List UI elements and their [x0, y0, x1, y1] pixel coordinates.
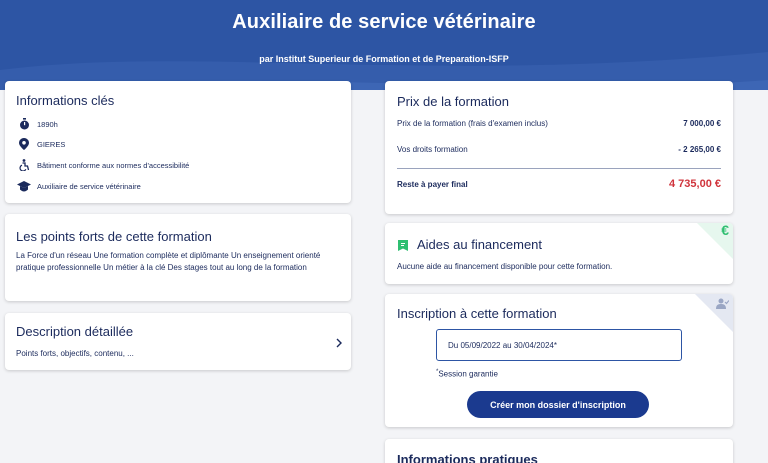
- price-divider: [397, 168, 721, 169]
- page-subtitle: par Institut Superieur de Formation et d…: [259, 54, 509, 64]
- price-final-value: 4 735,00 €: [669, 178, 721, 190]
- price-row-value: - 2 265,00 €: [678, 145, 721, 154]
- funding-card: € Aides au financement Aucune aide au fi…: [385, 223, 733, 284]
- info-location-text: GIERES: [37, 139, 66, 149]
- description-title: Description détaillée: [16, 324, 134, 339]
- info-accessibility-text: Bâtiment conforme aux normes d'accessibi…: [37, 160, 190, 170]
- practical-info-title: Informations pratiques: [397, 452, 538, 463]
- page-header: Auxiliaire de service vétérinaire par In…: [0, 0, 768, 90]
- info-certification: Auxiliaire de service vétérinaire: [17, 180, 141, 192]
- price-row-training-rights: Vos droits formation - 2 265,00 €: [397, 145, 721, 154]
- funding-badge-icon: [398, 238, 408, 256]
- strengths-title: Les points forts de cette formation: [16, 229, 212, 244]
- registration-card: Inscription à cette formation Du 05/09/2…: [385, 294, 733, 427]
- price-row-label: Prix de la formation (frais d'examen inc…: [397, 119, 548, 128]
- stopwatch-icon: [17, 118, 31, 130]
- key-info-title: Informations clés: [16, 93, 115, 108]
- price-card: Prix de la formation Prix de la formatio…: [385, 81, 733, 214]
- strengths-text: La Force d'un réseau Une formation compl…: [16, 251, 321, 272]
- key-info-card: Informations clés 1890h GIERES Bâtiment …: [5, 81, 351, 203]
- location-pin-icon: [17, 138, 31, 150]
- euro-icon: €: [721, 223, 729, 238]
- price-row-label: Vos droits formation: [397, 145, 468, 154]
- info-certification-text: Auxiliaire de service vétérinaire: [37, 181, 141, 191]
- graduation-cap-icon: [17, 180, 31, 192]
- session-note: *Session garantie: [436, 369, 498, 379]
- session-select-value: Du 05/09/2022 au 30/04/2024*: [448, 340, 557, 350]
- funding-title: Aides au financement: [417, 237, 543, 252]
- info-duration: 1890h: [17, 118, 58, 130]
- price-row-final: Reste à payer final 4 735,00 €: [397, 178, 721, 190]
- funding-text: Aucune aide au financement disponible po…: [397, 262, 613, 271]
- registration-title: Inscription à cette formation: [397, 306, 557, 321]
- page-title: Auxiliaire de service vétérinaire: [232, 11, 536, 33]
- chevron-right-icon[interactable]: [336, 335, 342, 353]
- session-select[interactable]: Du 05/09/2022 au 30/04/2024*: [436, 329, 682, 361]
- description-card[interactable]: Description détaillée Points forts, obje…: [5, 313, 351, 370]
- price-row-total-cost: Prix de la formation (frais d'examen inc…: [397, 119, 721, 128]
- create-application-button[interactable]: Créer mon dossier d'inscription: [467, 391, 649, 418]
- session-note-text: Session garantie: [438, 369, 498, 379]
- info-accessibility: Bâtiment conforme aux normes d'accessibi…: [17, 159, 189, 171]
- description-text: Points forts, objectifs, contenu, ...: [16, 349, 134, 358]
- strengths-card: Les points forts de cette formation La F…: [5, 214, 351, 301]
- accessibility-icon: [17, 159, 31, 171]
- info-duration-text: 1890h: [37, 119, 58, 129]
- price-row-value: 7 000,00 €: [683, 119, 721, 128]
- price-final-label: Reste à payer final: [397, 179, 468, 189]
- info-location: GIERES: [17, 138, 65, 150]
- user-check-icon: [716, 296, 730, 314]
- practical-info-card: Informations pratiques: [385, 439, 733, 463]
- price-title: Prix de la formation: [397, 94, 509, 109]
